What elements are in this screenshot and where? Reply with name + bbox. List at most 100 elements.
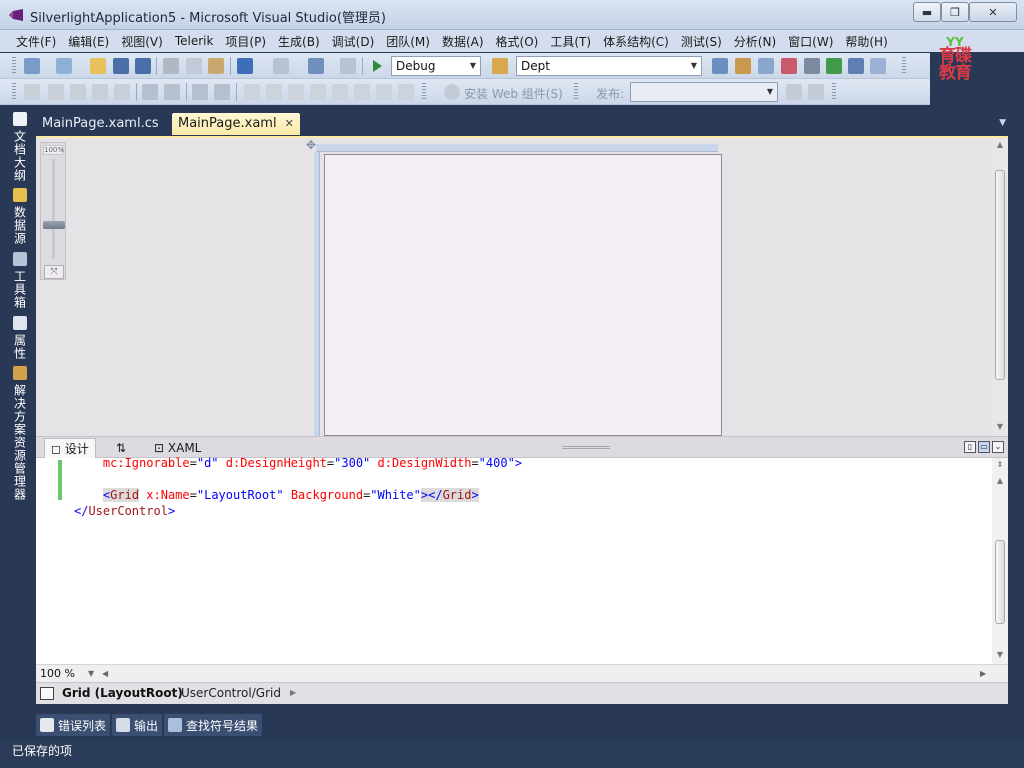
code-vertical-scrollbar[interactable]: ⇕ ▲ ▼ [992, 458, 1008, 664]
menu-help[interactable]: 帮助(H) [839, 33, 893, 50]
next-bookmark-document-icon[interactable] [376, 84, 392, 100]
tab-list-dropdown-icon[interactable]: ▼ [999, 118, 1006, 128]
install-web-components-button[interactable]: 安装 Web 组件(S) [464, 85, 563, 102]
menu-test[interactable]: 测试(S) [675, 33, 728, 50]
comment-icon[interactable] [192, 84, 208, 100]
code-line[interactable]: </UserControl> [74, 504, 175, 518]
swap-panes-button[interactable]: ⇅ [110, 438, 132, 458]
toolbar-overflow-icon[interactable] [832, 83, 836, 101]
layout-root-canvas[interactable] [324, 154, 722, 436]
solution-explorer-icon[interactable] [735, 58, 751, 74]
tab-error-list[interactable]: 错误列表 [36, 714, 111, 736]
vertical-split-icon[interactable]: ▯ [964, 441, 976, 453]
previous-bookmark-document-icon[interactable] [354, 84, 370, 100]
selected-element[interactable]: Grid (LayoutRoot) [62, 686, 183, 700]
menu-format[interactable]: 格式(O) [490, 33, 545, 50]
tab-find-symbol-results[interactable]: 查找符号结果 [164, 714, 263, 736]
zoom-to-fit-icon[interactable]: ⤧ [44, 265, 64, 279]
menu-project[interactable]: 项目(P) [219, 33, 272, 50]
menu-build[interactable]: 生成(B) [272, 33, 326, 50]
scroll-up-icon[interactable]: ▲ [992, 138, 1008, 152]
code-zoom-select[interactable]: 100 % [40, 667, 75, 680]
code-line[interactable]: <Grid x:Name="LayoutRoot" Background="Wh… [74, 488, 479, 502]
previous-bookmark-icon[interactable] [266, 84, 282, 100]
start-page-icon[interactable] [826, 58, 842, 74]
align-lefts-icon[interactable] [48, 84, 64, 100]
cut-icon[interactable] [163, 58, 179, 74]
paste-icon[interactable] [208, 58, 224, 74]
align-to-grid-icon[interactable] [24, 84, 40, 100]
dock-data-sources[interactable]: 数据源 [10, 188, 30, 245]
menu-edit[interactable]: 编辑(E) [62, 33, 115, 50]
menu-view[interactable]: 视图(V) [115, 33, 169, 50]
menu-telerik[interactable]: Telerik [169, 34, 220, 48]
close-tab-icon[interactable]: ✕ [285, 117, 294, 130]
align-rights-icon[interactable] [114, 84, 130, 100]
save-icon[interactable] [113, 58, 129, 74]
scrollbar-thumb[interactable] [995, 170, 1005, 380]
grid-ruler-left[interactable] [314, 152, 320, 436]
undo-icon[interactable] [237, 58, 253, 74]
maximize-button[interactable]: ❐ [941, 2, 969, 22]
extension-manager-icon[interactable] [848, 58, 864, 74]
dock-properties[interactable]: 属性 [10, 316, 30, 360]
menu-team[interactable]: 团队(M) [380, 33, 436, 50]
code-line[interactable]: mc:Ignorable="d" d:DesignHeight="300" d:… [74, 456, 522, 470]
publish-settings-icon[interactable] [808, 84, 824, 100]
font-size-icon[interactable] [92, 84, 108, 100]
solution-configuration-select[interactable]: Debug ▼ [391, 56, 481, 76]
find-icon[interactable] [712, 58, 728, 74]
horizontal-split-icon[interactable]: ▭ [978, 441, 990, 453]
minimize-button[interactable]: ▬ [913, 2, 941, 22]
menu-window[interactable]: 窗口(W) [782, 33, 839, 50]
toolbar-grip[interactable] [12, 83, 16, 101]
scroll-right-icon[interactable]: ▶ [980, 669, 986, 678]
publish-select[interactable]: ▼ [630, 82, 778, 102]
next-bookmark-icon[interactable] [288, 84, 304, 100]
toolbar-grip[interactable] [12, 57, 16, 75]
zoom-slider-thumb[interactable] [43, 221, 65, 229]
dock-toolbox[interactable]: 工具箱 [10, 252, 30, 309]
menu-data[interactable]: 数据(A) [436, 33, 490, 50]
tab-xaml[interactable]: ⊡ XAML [148, 438, 207, 458]
install-web-components-icon[interactable] [444, 84, 460, 100]
splitter-grip[interactable] [562, 446, 610, 449]
dock-solution-explorer[interactable]: 解决方案资源管理器 [10, 366, 30, 501]
increase-indent-icon[interactable] [164, 84, 180, 100]
find-combo[interactable]: Dept ▼ [516, 56, 702, 76]
publish-web-icon[interactable] [786, 84, 802, 100]
properties-window-icon[interactable] [758, 58, 774, 74]
add-item-icon[interactable] [56, 58, 72, 74]
align-centers-icon[interactable] [70, 84, 86, 100]
tab-mainpage-xaml-cs[interactable]: MainPage.xaml.cs [36, 113, 165, 135]
redo-icon[interactable] [273, 58, 289, 74]
collapse-pane-icon[interactable]: ⌄ [992, 441, 1004, 453]
move-handle-icon[interactable]: ✥ [306, 138, 316, 152]
find-in-files-icon[interactable] [492, 58, 508, 74]
copy-icon[interactable] [186, 58, 202, 74]
new-project-icon[interactable] [24, 58, 40, 74]
toolbox-icon[interactable] [804, 58, 820, 74]
previous-bookmark-folder-icon[interactable] [310, 84, 326, 100]
element-path[interactable]: UserControl/Grid [181, 686, 281, 700]
menu-tools[interactable]: 工具(T) [544, 33, 597, 50]
save-all-icon[interactable] [135, 58, 151, 74]
uncomment-icon[interactable] [214, 84, 230, 100]
toolbar-grip[interactable] [422, 83, 426, 101]
menu-analyze[interactable]: 分析(N) [728, 33, 782, 50]
bookmark-icon[interactable] [244, 84, 260, 100]
menu-file[interactable]: 文件(F) [10, 33, 62, 50]
zoom-slider[interactable]: 100% ⤧ [40, 142, 66, 280]
close-button[interactable]: ✕ [969, 2, 1017, 22]
grid-ruler-top[interactable] [316, 144, 718, 152]
navigate-backward-icon[interactable] [308, 58, 324, 74]
clear-bookmarks-icon[interactable] [398, 84, 414, 100]
tab-design[interactable]: ◻ 设计 [44, 438, 96, 458]
menu-debug[interactable]: 调试(D) [326, 33, 381, 50]
object-browser-icon[interactable] [781, 58, 797, 74]
xaml-code-pane[interactable]: mc:Ignorable="d" d:DesignHeight="300" d:… [36, 456, 1008, 664]
tab-mainpage-xaml[interactable]: MainPage.xaml ✕ [172, 113, 300, 135]
scroll-up-icon[interactable]: ▲ [992, 474, 1008, 488]
decrease-indent-icon[interactable] [142, 84, 158, 100]
next-bookmark-folder-icon[interactable] [332, 84, 348, 100]
